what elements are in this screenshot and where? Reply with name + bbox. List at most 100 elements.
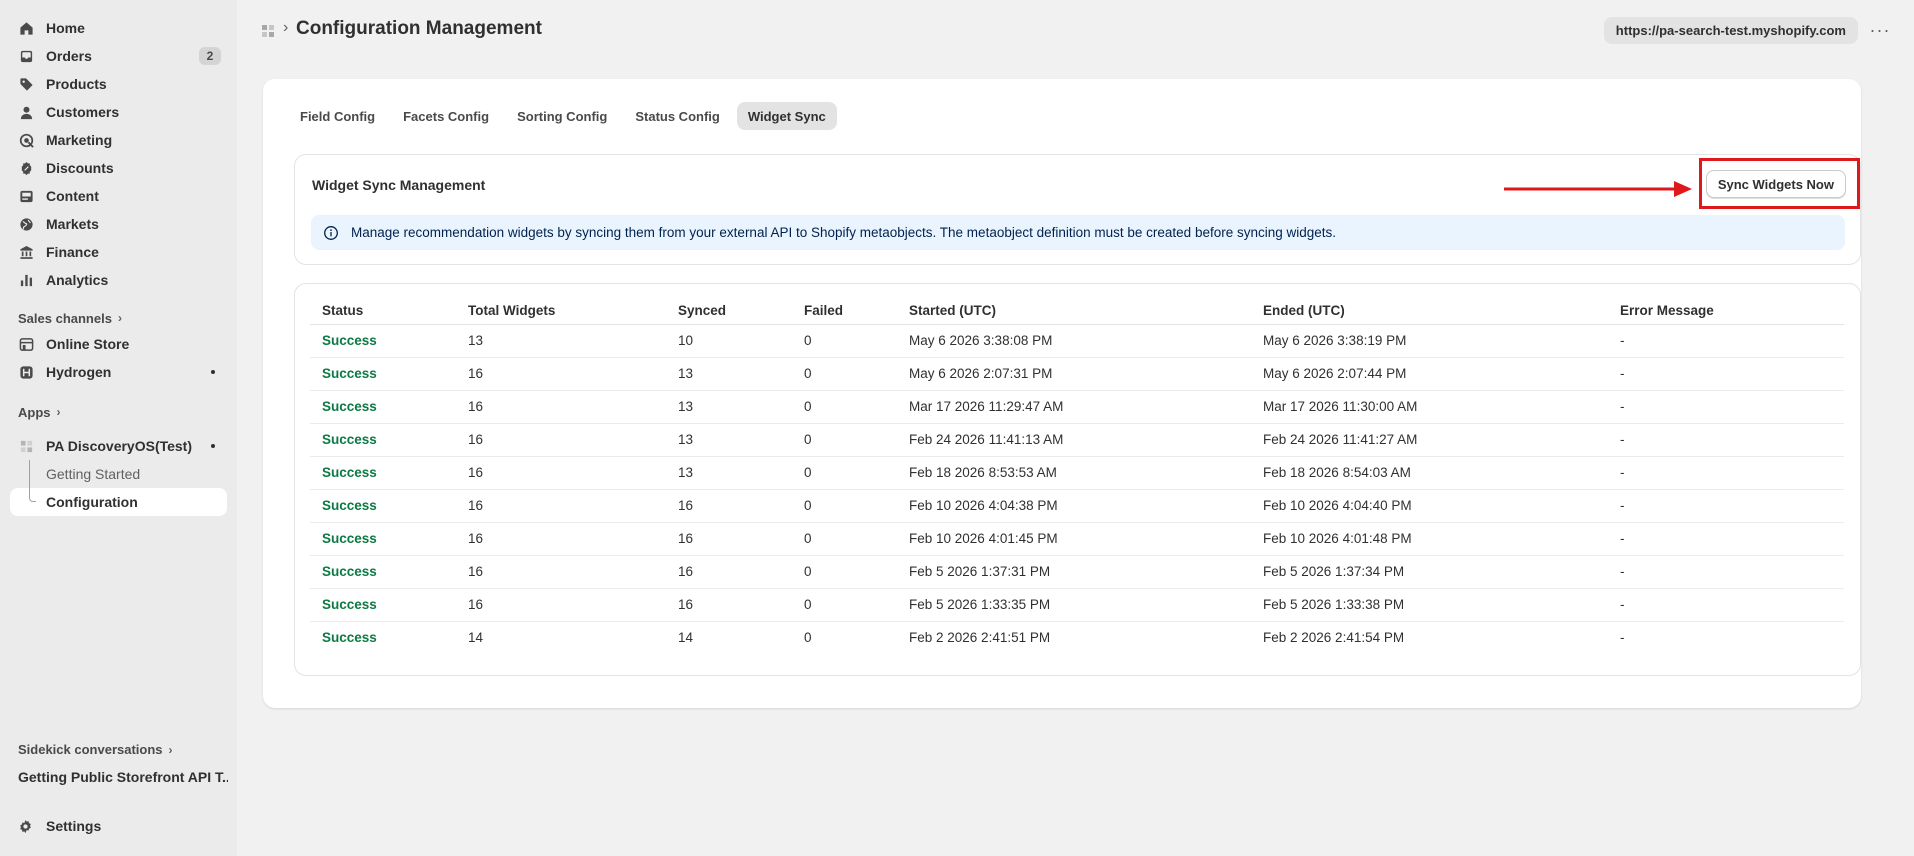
table-cell: May 6 2026 2:07:44 PM xyxy=(1251,357,1608,391)
sidekick-conversation-item[interactable]: Getting Public Storefront API T... xyxy=(18,769,228,785)
annotation-arrow-icon xyxy=(1504,181,1692,197)
table-cell: 10 xyxy=(666,324,792,358)
table-cell: 16 xyxy=(456,456,666,490)
sub-item-configuration[interactable]: Configuration xyxy=(10,488,227,516)
table-cell: Feb 10 2026 4:04:40 PM xyxy=(1251,489,1608,523)
app-status-dot xyxy=(211,444,215,448)
table-cell: 13 xyxy=(666,423,792,457)
tab-facets-config[interactable]: Facets Config xyxy=(392,102,500,130)
channel-item-hydrogen[interactable]: Hydrogen xyxy=(10,358,227,386)
more-actions-icon[interactable]: ··· xyxy=(1868,17,1892,44)
table-cell: 16 xyxy=(456,555,666,589)
sidebar-item-customers[interactable]: Customers xyxy=(10,98,227,126)
status-cell: Success xyxy=(310,522,456,556)
table-cell: 16 xyxy=(456,588,666,622)
tab-field-config[interactable]: Field Config xyxy=(289,102,386,130)
table-cell: Feb 24 2026 11:41:13 AM xyxy=(897,423,1251,457)
table-cell: - xyxy=(1608,588,1844,622)
nav-item-label: Content xyxy=(46,188,99,204)
table-cell: 16 xyxy=(456,423,666,457)
bank-icon xyxy=(18,244,34,260)
sidekick-header[interactable]: Sidekick conversations › xyxy=(18,742,173,757)
table-cell: - xyxy=(1608,456,1844,490)
table-cell: 0 xyxy=(792,588,897,622)
sidebar-item-content[interactable]: Content xyxy=(10,182,227,210)
sidebar: Home Orders 2 Products Customers Marketing Dis… xyxy=(0,0,237,856)
table-cell: 16 xyxy=(666,555,792,589)
chevron-right-icon: › xyxy=(168,742,173,757)
status-cell: Success xyxy=(322,630,377,646)
tab-sorting-config[interactable]: Sorting Config xyxy=(506,102,618,130)
table-cell: May 6 2026 3:38:08 PM xyxy=(897,324,1251,358)
annotation-highlight-box xyxy=(1699,158,1860,209)
chevron-right-icon: › xyxy=(56,405,61,419)
sidebar-item-products[interactable]: Products xyxy=(10,70,227,98)
tab-status-config[interactable]: Status Config xyxy=(624,102,731,130)
table-cell: 0 xyxy=(804,630,812,646)
table-cell: May 6 2026 2:07:31 PM xyxy=(897,357,1251,391)
breadcrumb-chevron-icon: › xyxy=(283,19,289,36)
table-cell: Feb 10 2026 4:04:38 PM xyxy=(897,489,1251,523)
table-cell: 13 xyxy=(666,357,792,391)
table-cell: Feb 10 2026 4:01:45 PM xyxy=(897,522,1251,556)
apps-header[interactable]: Apps › xyxy=(10,400,227,424)
app-pa-discoveryos[interactable]: PA DiscoveryOS(Test) xyxy=(10,432,227,460)
info-banner: Manage recommendation widgets by syncing… xyxy=(311,215,1845,250)
person-icon xyxy=(18,104,34,120)
nav-item-label: Hydrogen xyxy=(46,364,112,380)
nav-item-label: Markets xyxy=(46,216,99,232)
page-header: › Configuration Management https://pa-se… xyxy=(237,0,1914,62)
table-cell: 0 xyxy=(792,324,897,358)
channel-item-online-store[interactable]: Online Store xyxy=(10,330,227,358)
table-cell: 16 xyxy=(666,489,792,523)
sidebar-item-analytics[interactable]: Analytics xyxy=(10,266,227,294)
status-cell: Success xyxy=(310,357,456,391)
table-cell: - xyxy=(1608,423,1844,457)
page-title: Configuration Management xyxy=(296,18,542,39)
table-cell: 16 xyxy=(456,357,666,391)
sub-item-getting-started[interactable]: Getting Started xyxy=(10,460,227,488)
sidebar-item-discounts[interactable]: Discounts xyxy=(10,154,227,182)
table-row: Success 16 16 0 Feb 10 2026 4:04:38 PM Feb 10… xyxy=(310,489,1844,523)
table-cell: - xyxy=(1620,630,1625,646)
sidebar-item-orders[interactable]: Orders 2 xyxy=(10,42,227,70)
sidebar-item-markets[interactable]: Markets xyxy=(10,210,227,238)
status-cell: Success xyxy=(310,390,456,424)
settings-label: Settings xyxy=(46,818,102,834)
sync-title: Widget Sync Management xyxy=(312,177,486,193)
globe-icon xyxy=(18,216,34,232)
sidebar-item-home[interactable]: Home xyxy=(10,14,227,42)
sidebar-item-marketing[interactable]: Marketing xyxy=(10,126,227,154)
table-cell: - xyxy=(1608,489,1844,523)
column-header: Ended (UTC) xyxy=(1251,298,1608,325)
column-header: Synced xyxy=(666,298,792,325)
target-icon xyxy=(18,132,34,148)
app-breadcrumb-icon[interactable] xyxy=(262,24,274,37)
nav-item-label: Discounts xyxy=(46,160,114,176)
table-cell: Feb 10 2026 4:01:48 PM xyxy=(1251,522,1608,556)
settings-nav-item[interactable]: Settings xyxy=(18,818,101,834)
table-cell: 0 xyxy=(792,555,897,589)
sales-channels-header[interactable]: Sales channels › xyxy=(10,306,227,330)
info-icon xyxy=(323,225,339,241)
home-icon xyxy=(18,20,34,36)
table-cell: 0 xyxy=(792,489,897,523)
channel-status-dot xyxy=(211,370,215,374)
table-body: Success 13 10 0 May 6 2026 3:38:08 PM May 6 2… xyxy=(310,324,1844,654)
status-cell: Success xyxy=(310,555,456,589)
table-cell: Mar 17 2026 11:29:47 AM xyxy=(897,390,1251,424)
table-cell: 0 xyxy=(792,390,897,424)
store-url-pill[interactable]: https://pa-search-test.myshopify.com xyxy=(1603,17,1858,44)
sidebar-item-finance[interactable]: Finance xyxy=(10,238,227,266)
table-cell: 0 xyxy=(792,423,897,457)
tag-icon xyxy=(18,76,34,92)
table-cell: 16 xyxy=(456,522,666,556)
nav-item-label: Analytics xyxy=(46,272,109,288)
table-row: Success 16 16 0 Feb 5 2026 1:33:35 PM Feb 5 2… xyxy=(310,588,1844,622)
app-label: PA DiscoveryOS(Test) xyxy=(46,438,193,454)
table-cell: Feb 24 2026 11:41:27 AM xyxy=(1251,423,1608,457)
tab-widget-sync[interactable]: Widget Sync xyxy=(736,102,837,130)
sidekick-label: Sidekick conversations xyxy=(18,742,163,757)
table-cell: - xyxy=(1608,324,1844,358)
store-icon xyxy=(18,336,34,352)
